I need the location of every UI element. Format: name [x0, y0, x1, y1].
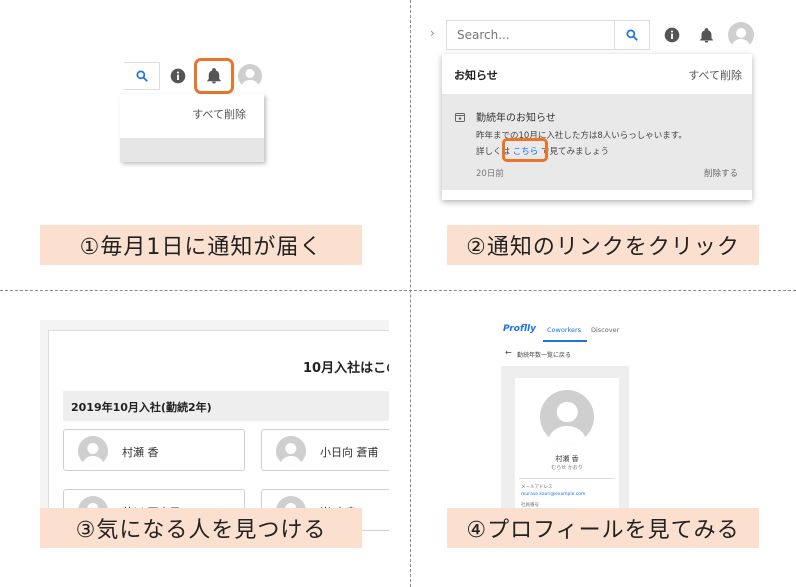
tab-coworkers[interactable]: Coworkers — [547, 326, 581, 334]
back-arrow-icon[interactable]: ← — [505, 348, 512, 357]
search-chevron-icon: › — [430, 26, 435, 40]
info-icon — [170, 68, 186, 84]
panel-4: Proflly Coworkers Discover ← 勤続年数一覧に戻る 村… — [497, 318, 629, 518]
notification-item[interactable]: 勤続年のお知らせ 昨年までの10月に入社した方は8人いらっしゃいます。 詳しくは… — [442, 94, 752, 190]
search-input[interactable] — [446, 20, 614, 50]
caption-1: ①毎月1日に通知が届く — [40, 225, 362, 265]
tab-discover[interactable]: Discover — [591, 326, 619, 334]
caption-4: ④プロフィールを見てみる — [447, 508, 759, 548]
bell-icon — [207, 68, 221, 84]
notification-title: 勤続年のお知らせ — [476, 113, 556, 124]
person-name: 村瀬 香 — [122, 446, 159, 459]
person-avatar — [276, 436, 306, 466]
page-heading: 10月入社はこの — [303, 361, 389, 376]
email-label: メールアドレス — [521, 485, 553, 490]
link-highlight-box — [502, 138, 548, 162]
delete-all-link[interactable]: すべて削除 — [688, 67, 742, 83]
profile-avatar — [540, 390, 594, 444]
person-card[interactable]: 村瀬 香 — [63, 429, 245, 471]
person-card[interactable]: 小日向 蒼甫 — [261, 429, 389, 471]
app-logo[interactable]: Proflly — [503, 324, 536, 334]
horizontal-divider — [0, 290, 796, 291]
caption-3: ③気になる人を見つける — [40, 508, 362, 548]
notification-bell-button[interactable] — [194, 58, 234, 94]
info-icon — [664, 27, 680, 43]
dropdown-item-area — [120, 138, 264, 162]
profile-card: 村瀬 香 むらせ かおり メールアドレス murase.kaori@exampl… — [515, 378, 619, 518]
profile-divider — [519, 478, 615, 479]
calendar-badge-icon — [455, 113, 465, 122]
notification-time: 20日前 — [476, 169, 504, 179]
search-button[interactable] — [614, 20, 650, 50]
search-icon — [135, 70, 148, 82]
email-value[interactable]: murase.kaori@example.com — [521, 492, 585, 497]
notification-dropdown: すべて削除 — [120, 94, 264, 162]
panel-3: 10月入社はこの 2019年10月入社(勤続2年) 村瀬 香 小日向 蒼甫 井川… — [40, 320, 389, 535]
person-name: 小日向 蒼甫 — [320, 446, 379, 459]
caption-2: ②通知のリンクをクリック — [447, 225, 759, 265]
section-title: 2019年10月入社(勤続2年) — [71, 401, 212, 414]
delete-all-link[interactable]: すべて削除 — [192, 106, 246, 122]
section-header: 2019年10月入社(勤続2年) — [63, 391, 389, 421]
info-button[interactable] — [168, 66, 188, 86]
notification-header: お知らせ — [454, 69, 498, 82]
user-avatar[interactable] — [728, 22, 754, 48]
vertical-divider — [410, 0, 411, 587]
tab-coworkers-underline — [543, 340, 587, 342]
profile-kana: むらせ かおり — [551, 465, 583, 471]
link-suffix: で見てみましょう — [540, 147, 609, 157]
info-button[interactable] — [662, 25, 682, 45]
search-icon — [626, 29, 638, 41]
search-button[interactable] — [124, 62, 160, 90]
notification-bell-button[interactable] — [696, 25, 716, 45]
profile-background: 村瀬 香 むらせ かおり メールアドレス murase.kaori@exampl… — [501, 366, 629, 518]
person-avatar — [78, 436, 108, 466]
panel-2: › お知らせ すべて削除 勤続年のお知らせ 昨年までの10月に入社した方は8人い… — [430, 12, 760, 202]
notification-dropdown: お知らせ すべて削除 勤続年のお知らせ 昨年までの10月に入社した方は8人いらっ… — [442, 54, 752, 200]
back-link[interactable]: 勤続年数一覧に戻る — [517, 350, 571, 359]
user-avatar[interactable] — [238, 64, 262, 88]
bell-icon — [699, 27, 713, 43]
notification-delete-button[interactable]: 削除する — [704, 167, 738, 179]
profile-name: 村瀬 香 — [555, 455, 579, 463]
content-card: 10月入社はこの 2019年10月入社(勤続2年) 村瀬 香 小日向 蒼甫 井川… — [48, 330, 389, 535]
